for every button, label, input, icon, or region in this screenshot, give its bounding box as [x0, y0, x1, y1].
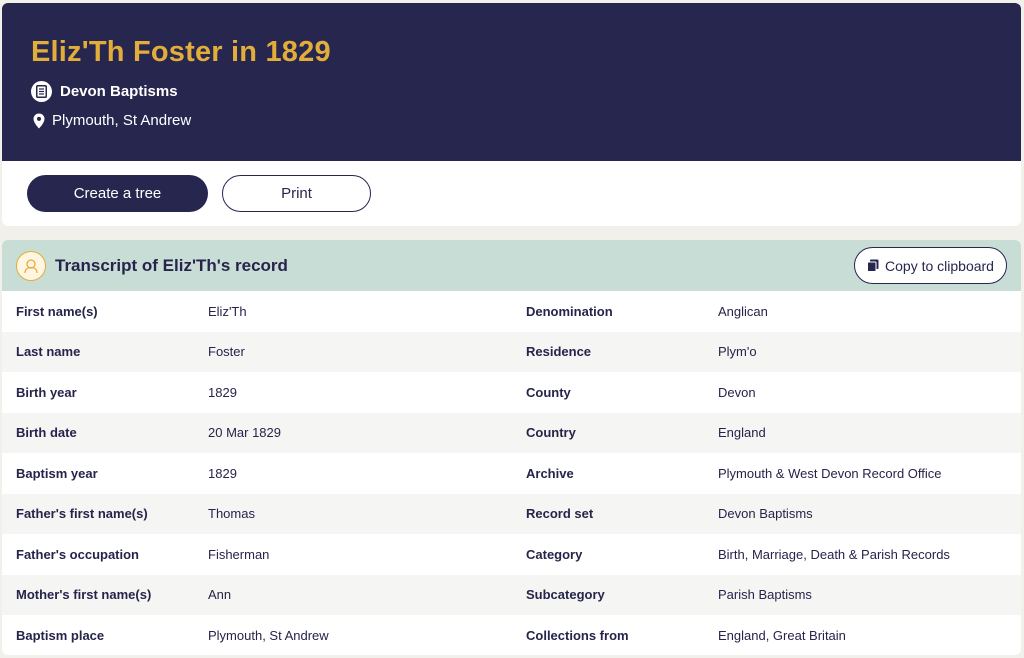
field-label: Father's occupation [16, 546, 139, 562]
field-value: Eliz'Th [208, 303, 247, 319]
table-row: First name(s) Eliz'Th Denomination Anglican [2, 291, 1021, 332]
table-row: Baptism place Plymouth, St Andrew Collecti… [2, 615, 1021, 655]
field-value: Birth, Marriage, Death & Parish Records [718, 546, 950, 562]
field-value: Foster [208, 344, 245, 360]
person-avatar-icon [16, 250, 46, 281]
field-label: Record set [526, 506, 594, 522]
field-label: Denomination [526, 303, 613, 319]
copy-to-clipboard-button[interactable]: Copy to clipboard [854, 247, 1007, 284]
field-value: Plymouth, St Andrew [208, 627, 329, 643]
transcript-header: Transcript of Eliz'Th's record Copy to c… [2, 240, 1021, 291]
field-value: Thomas [208, 506, 255, 522]
field-value: England [718, 425, 766, 441]
table-row: Last name Foster Residence Plym'o [2, 331, 1021, 372]
field-value: Anglican [718, 303, 768, 319]
table-row: Mother's first name(s) Ann Subcategory Pari… [2, 574, 1021, 615]
field-value: Devon [718, 384, 756, 400]
record-header: Eliz'Th Foster in 1829 Devon Baptisms Pl… [2, 3, 1021, 161]
field-label: Archive [526, 465, 574, 481]
field-value: Parish Baptisms [718, 587, 812, 603]
location-name: Plymouth, St Andrew [52, 112, 192, 129]
action-bar: Create a tree Print [2, 161, 1021, 226]
copy-label: Copy to clipboard [885, 257, 994, 274]
field-value: Devon Baptisms [718, 506, 813, 522]
field-label: Baptism year [16, 465, 98, 481]
field-label: Father's first name(s) [16, 506, 148, 522]
table-row: Birth year 1829 County Devon [2, 372, 1021, 413]
field-label: Last name [16, 344, 81, 360]
record-set-row: Devon Baptisms [31, 81, 1021, 102]
field-value: Plymouth & West Devon Record Office [718, 465, 942, 481]
field-label: Subcategory [526, 587, 605, 603]
field-label: Birth year [16, 384, 77, 400]
field-value: 1829 [208, 384, 237, 400]
table-row: Father's occupation Fisherman Category Birt… [2, 534, 1021, 575]
field-label: Residence [526, 344, 592, 360]
map-pin-icon [33, 113, 45, 129]
field-label: County [526, 384, 571, 400]
field-value: Ann [208, 587, 232, 603]
field-label: First name(s) [16, 303, 98, 319]
print-button[interactable]: Print [222, 175, 371, 212]
copy-icon [867, 259, 879, 272]
record-set-name: Devon Baptisms [60, 83, 178, 100]
location-row: Plymouth, St Andrew [31, 112, 1021, 129]
table-row: Baptism year 1829 Archive Plymouth & West D… [2, 453, 1021, 494]
field-value: England, Great Britain [718, 627, 846, 643]
field-value: Fisherman [208, 546, 270, 562]
document-icon [31, 81, 52, 102]
field-label: Birth date [16, 425, 77, 441]
field-label: Category [526, 546, 583, 562]
page-title: Eliz'Th Foster in 1829 [31, 36, 331, 68]
field-value: 1829 [208, 465, 237, 481]
field-value: 20 Mar 1829 [208, 425, 281, 441]
transcript-table: First name(s) Eliz'Th Denomination Anglican… [2, 291, 1021, 655]
field-label: Baptism place [16, 627, 105, 643]
table-row: Birth date 20 Mar 1829 Country England [2, 412, 1021, 453]
field-label: Mother's first name(s) [16, 587, 152, 603]
field-value: Plym'o [718, 344, 757, 360]
field-label: Country [526, 425, 576, 441]
transcript-card: Transcript of Eliz'Th's record Copy to c… [2, 240, 1021, 655]
create-tree-button[interactable]: Create a tree [27, 175, 208, 212]
table-row: Father's first name(s) Thomas Record set De… [2, 493, 1021, 534]
transcript-title: Transcript of Eliz'Th's record [55, 255, 288, 275]
field-label: Collections from [526, 627, 629, 643]
